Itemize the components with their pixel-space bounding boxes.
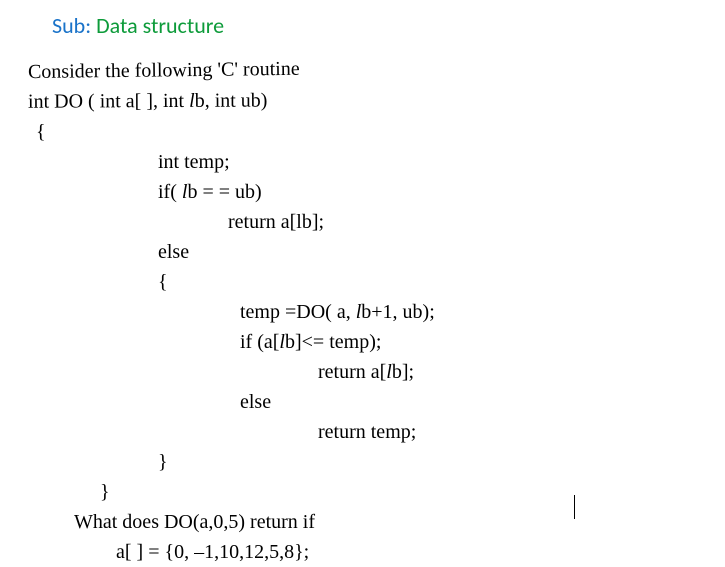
else-keyword-1: else: [158, 237, 697, 267]
function-signature: int DO ( int a[ ], int lb, int ub): [28, 83, 697, 117]
subject-header: Sub: Data structure: [52, 12, 697, 39]
intro-line: Consider the following 'C' routine: [28, 49, 697, 87]
array-definition: a[ ] = {0, –1,10,12,5,8};: [116, 537, 697, 567]
brace-open: {: [36, 117, 697, 147]
brace-open-2: {: [158, 267, 697, 297]
if-condition: if( lb = = ub): [158, 177, 697, 207]
brace-close-2: }: [158, 447, 697, 477]
brace-close: }: [100, 477, 697, 507]
sub-label: Sub:: [52, 12, 91, 39]
return-stmt-1: return a[lb];: [228, 207, 697, 237]
else-keyword-2: else: [240, 387, 697, 417]
temp-assignment: temp =DO( a, lb+1, ub);: [240, 297, 697, 327]
return-stmt-2: return a[lb];: [318, 357, 697, 387]
declaration: int temp;: [158, 147, 697, 177]
text-cursor: [574, 495, 576, 519]
if-condition-2: if (a[lb]<= temp);: [240, 327, 697, 357]
question-text: What does DO(a,0,5) return if: [74, 507, 697, 537]
sub-value: Data structure: [96, 12, 224, 39]
return-stmt-3: return temp;: [318, 417, 697, 447]
problem-content: Consider the following 'C' routine int D…: [28, 53, 697, 567]
